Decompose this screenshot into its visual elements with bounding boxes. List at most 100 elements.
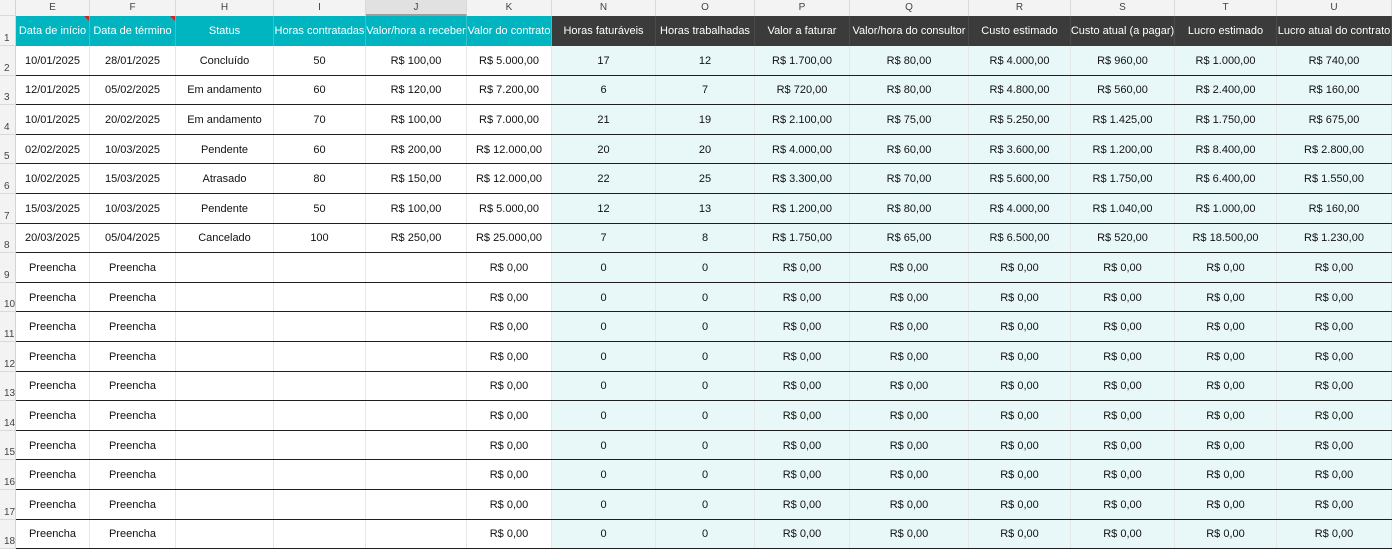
- data-cell[interactable]: R$ 0,00: [467, 282, 552, 313]
- data-cell[interactable]: [366, 282, 467, 313]
- data-cell[interactable]: R$ 0,00: [1071, 519, 1175, 549]
- data-cell[interactable]: R$ 0,00: [1277, 253, 1392, 283]
- data-cell[interactable]: 28/01/2025: [90, 46, 176, 76]
- data-cell[interactable]: R$ 0,00: [1175, 401, 1277, 431]
- data-cell[interactable]: R$ 0,00: [1277, 282, 1392, 313]
- data-cell[interactable]: 7: [656, 75, 755, 106]
- row-header-15[interactable]: 15: [0, 430, 16, 461]
- row-header-18[interactable]: 18: [0, 519, 16, 549]
- data-cell[interactable]: R$ 0,00: [1175, 312, 1277, 342]
- data-cell[interactable]: R$ 0,00: [1071, 371, 1175, 402]
- data-cell[interactable]: 0: [552, 460, 656, 490]
- data-cell[interactable]: R$ 0,00: [1175, 430, 1277, 461]
- data-cell[interactable]: R$ 5.600,00: [969, 164, 1071, 194]
- data-cell[interactable]: R$ 0,00: [755, 401, 850, 431]
- data-cell[interactable]: 20: [656, 134, 755, 165]
- header-cell[interactable]: Horas contratadas: [274, 16, 366, 46]
- data-cell[interactable]: R$ 1.040,00: [1071, 194, 1175, 224]
- row-header-10[interactable]: 10: [0, 282, 16, 313]
- data-cell[interactable]: R$ 0,00: [467, 371, 552, 402]
- data-cell[interactable]: R$ 8.400,00: [1175, 134, 1277, 165]
- data-cell[interactable]: [176, 519, 274, 549]
- data-cell[interactable]: R$ 0,00: [1277, 519, 1392, 549]
- data-cell[interactable]: 10/03/2025: [90, 134, 176, 165]
- data-cell[interactable]: [274, 253, 366, 283]
- data-cell[interactable]: R$ 0,00: [969, 490, 1071, 520]
- data-cell[interactable]: 50: [274, 46, 366, 76]
- data-cell[interactable]: R$ 0,00: [755, 371, 850, 402]
- data-cell[interactable]: [366, 430, 467, 461]
- data-cell[interactable]: R$ 0,00: [969, 460, 1071, 490]
- data-cell[interactable]: R$ 0,00: [1175, 342, 1277, 372]
- row-header-1[interactable]: 1: [0, 16, 16, 46]
- data-cell[interactable]: 20: [552, 134, 656, 165]
- comment-indicator-icon[interactable]: [84, 16, 89, 21]
- data-cell[interactable]: [366, 312, 467, 342]
- column-header-o[interactable]: O: [656, 0, 755, 16]
- data-cell[interactable]: R$ 0,00: [850, 253, 969, 283]
- data-cell[interactable]: R$ 0,00: [969, 430, 1071, 461]
- header-cell[interactable]: Valor/hora a receber: [366, 16, 467, 46]
- data-cell[interactable]: R$ 100,00: [366, 194, 467, 224]
- column-header-u[interactable]: U: [1277, 0, 1392, 16]
- data-cell[interactable]: R$ 1.000,00: [1175, 46, 1277, 76]
- data-cell[interactable]: R$ 0,00: [1175, 253, 1277, 283]
- data-cell[interactable]: R$ 0,00: [755, 460, 850, 490]
- data-cell[interactable]: R$ 0,00: [1175, 371, 1277, 402]
- data-cell[interactable]: R$ 3.300,00: [755, 164, 850, 194]
- data-cell[interactable]: R$ 0,00: [1277, 430, 1392, 461]
- data-cell[interactable]: R$ 75,00: [850, 105, 969, 135]
- data-cell[interactable]: R$ 80,00: [850, 194, 969, 224]
- data-cell[interactable]: R$ 0,00: [850, 430, 969, 461]
- data-cell[interactable]: 0: [656, 490, 755, 520]
- data-cell[interactable]: R$ 160,00: [1277, 194, 1392, 224]
- data-cell[interactable]: [274, 519, 366, 549]
- data-cell[interactable]: 60: [274, 134, 366, 165]
- data-cell[interactable]: R$ 0,00: [1277, 312, 1392, 342]
- data-cell[interactable]: 10/01/2025: [16, 46, 90, 76]
- row-header-9[interactable]: 9: [0, 253, 16, 283]
- data-cell[interactable]: R$ 1.200,00: [755, 194, 850, 224]
- data-cell[interactable]: [176, 490, 274, 520]
- data-cell[interactable]: 0: [552, 342, 656, 372]
- header-cell[interactable]: Valor/hora do consultor: [850, 16, 969, 46]
- data-cell[interactable]: R$ 0,00: [1175, 519, 1277, 549]
- data-cell[interactable]: R$ 120,00: [366, 75, 467, 106]
- data-cell[interactable]: 25: [656, 164, 755, 194]
- data-cell[interactable]: R$ 1.200,00: [1071, 134, 1175, 165]
- data-cell[interactable]: R$ 100,00: [366, 105, 467, 135]
- header-cell[interactable]: Horas trabalhadas: [656, 16, 755, 46]
- data-cell[interactable]: R$ 70,00: [850, 164, 969, 194]
- data-cell[interactable]: R$ 0,00: [850, 282, 969, 313]
- data-cell[interactable]: R$ 0,00: [1071, 430, 1175, 461]
- data-cell[interactable]: [274, 430, 366, 461]
- data-cell[interactable]: [176, 401, 274, 431]
- data-cell[interactable]: R$ 1.750,00: [1175, 105, 1277, 135]
- data-cell[interactable]: R$ 520,00: [1071, 223, 1175, 254]
- data-cell[interactable]: R$ 1.700,00: [755, 46, 850, 76]
- data-cell[interactable]: 0: [656, 401, 755, 431]
- data-cell[interactable]: Preencha: [90, 460, 176, 490]
- data-cell[interactable]: [366, 401, 467, 431]
- data-cell[interactable]: [366, 519, 467, 549]
- data-cell[interactable]: Pendente: [176, 134, 274, 165]
- data-cell[interactable]: R$ 0,00: [755, 312, 850, 342]
- data-cell[interactable]: [274, 371, 366, 402]
- data-cell[interactable]: R$ 0,00: [467, 312, 552, 342]
- data-cell[interactable]: [176, 371, 274, 402]
- header-cell[interactable]: Custo estimado: [969, 16, 1071, 46]
- data-cell[interactable]: [274, 401, 366, 431]
- data-cell[interactable]: R$ 6.400,00: [1175, 164, 1277, 194]
- data-cell[interactable]: R$ 1.750,00: [1071, 164, 1175, 194]
- data-cell[interactable]: R$ 0,00: [969, 312, 1071, 342]
- data-cell[interactable]: R$ 0,00: [1175, 282, 1277, 313]
- data-cell[interactable]: 20/03/2025: [16, 223, 90, 254]
- data-cell[interactable]: Preencha: [16, 460, 90, 490]
- data-cell[interactable]: R$ 0,00: [467, 490, 552, 520]
- row-header-12[interactable]: 12: [0, 342, 16, 372]
- data-cell[interactable]: 05/04/2025: [90, 223, 176, 254]
- data-cell[interactable]: R$ 1.230,00: [1277, 223, 1392, 254]
- data-cell[interactable]: 12/01/2025: [16, 75, 90, 106]
- data-cell[interactable]: R$ 4.800,00: [969, 75, 1071, 106]
- data-cell[interactable]: R$ 4.000,00: [969, 194, 1071, 224]
